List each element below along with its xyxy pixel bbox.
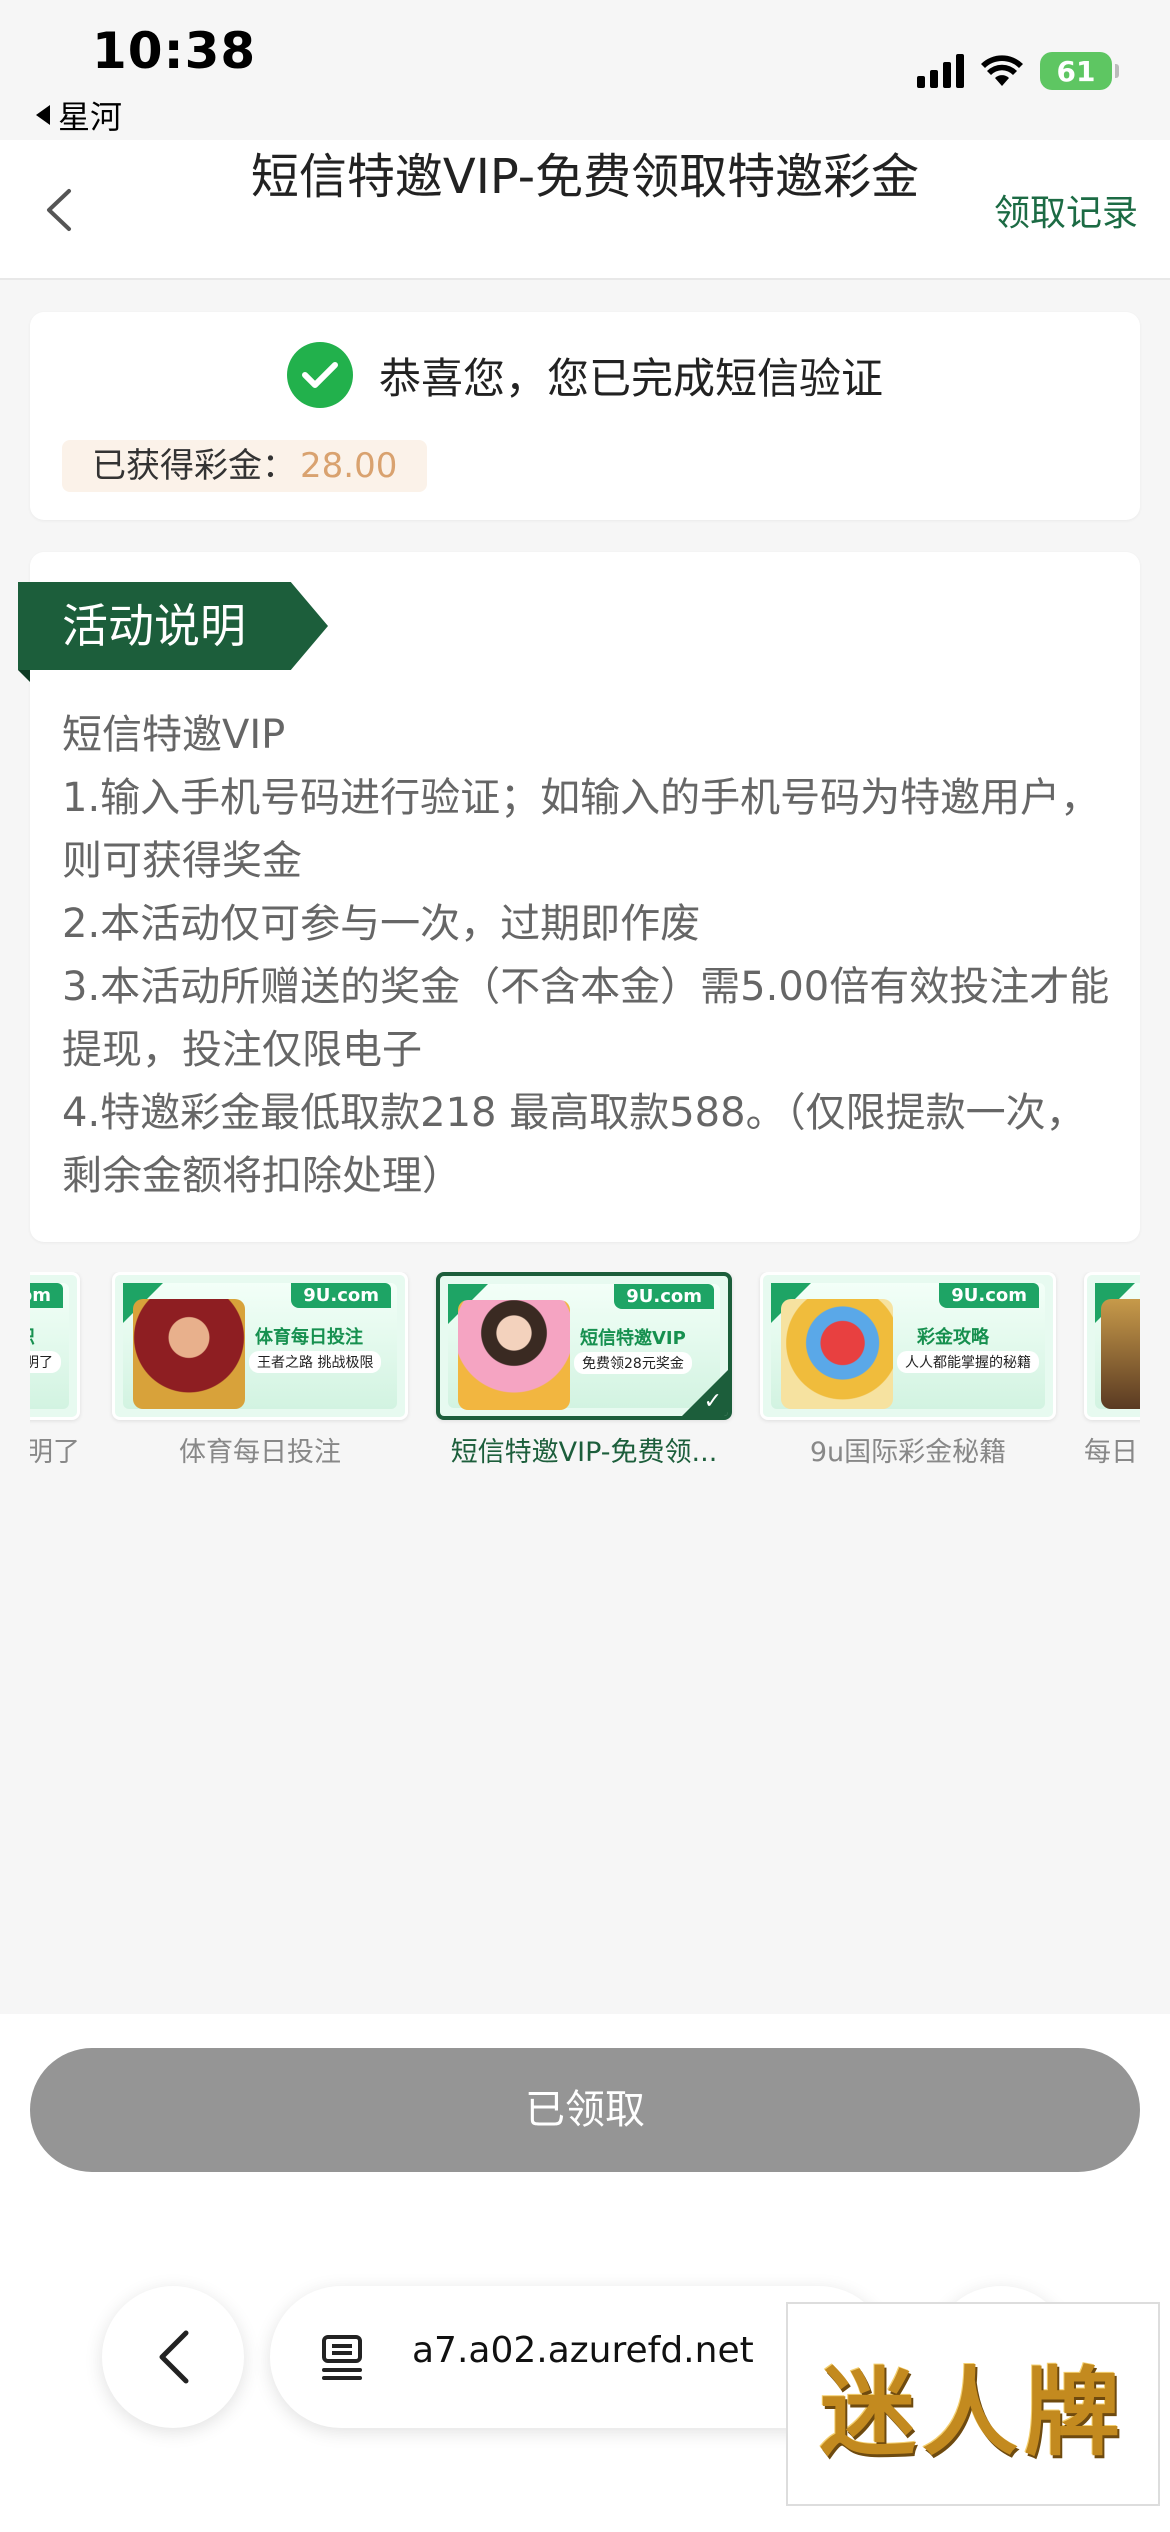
back-button[interactable] <box>30 182 86 238</box>
promo-caption: 9u国际彩金秘籍 <box>809 1437 1007 1468</box>
promo-brand-badge: 9U.com <box>614 1284 714 1309</box>
url-text: a7.a02.azurefd.net <box>412 2330 754 2371</box>
promo-caption: 短信特邀VIP-免费领... <box>450 1437 718 1468</box>
promo-thumbnail: 9U.com 短信特邀VIP 免费领28元奖金 ✓ <box>436 1272 732 1420</box>
promo-brand-badge: 9U.com <box>939 1283 1039 1308</box>
page-title: 短信特邀VIP-免费领取特邀彩金 <box>250 149 920 205</box>
chevron-left-icon <box>159 2330 189 2384</box>
promo-thumb-subtitle: 人人都能掌握的秘籍 <box>897 1351 1039 1373</box>
activity-ribbon: 活动说明 <box>18 582 328 670</box>
promo-thumb-title: 短信特邀VIP <box>580 1328 686 1349</box>
promo-thumbnail: 9U.com 识 明了 <box>30 1272 80 1420</box>
battery-level: 61 <box>1056 54 1096 88</box>
wifi-icon <box>981 55 1023 86</box>
activity-rules: 短信特邀VIP 1.输入手机号码进行验证；如输入的手机号码为特邀用户，则可获得奖… <box>62 704 1122 1208</box>
promo-brand-badge: 9U.com <box>30 1283 63 1308</box>
rule-line: 4.特邀彩金最低取款218 最高取款588。（仅限提款一次，剩余金额将扣除处理） <box>62 1090 1086 1199</box>
promo-card[interactable]: 每日 <box>1084 1272 1140 1469</box>
status-bar: 10:38 星河 61 <box>0 0 1170 140</box>
promo-thumb-subtitle: 明了 <box>30 1351 61 1373</box>
back-app-label: 星河 <box>58 98 123 136</box>
promo-thumb-title: 识 <box>30 1323 35 1349</box>
nav-header: 短信特邀VIP-免费领取特邀彩金 领取记录 <box>0 140 1170 280</box>
activity-description-card: 活动说明 短信特邀VIP 1.输入手机号码进行验证；如输入的手机号码为特邀用户，… <box>18 552 1140 1242</box>
promo-card[interactable]: 9U.com 识 明了 明了 <box>30 1272 80 1469</box>
check-circle-icon <box>286 342 353 408</box>
promo-art-strategy <box>781 1299 893 1409</box>
clock: 10:38 <box>92 22 257 80</box>
promo-art-vip <box>458 1300 570 1410</box>
rule-line: 短信特邀VIP <box>62 712 286 758</box>
promo-thumbnail: 9U.com 彩金攻略 人人都能掌握的秘籍 <box>760 1272 1056 1420</box>
rule-line: 1.输入手机号码进行验证；如输入的手机号码为特邀用户，则可获得奖金 <box>62 775 1101 884</box>
watermark-logo: 迷人牌 <box>786 2302 1160 2506</box>
claimed-button[interactable]: 已领取 <box>30 2048 1140 2172</box>
promo-thumb-title: 彩金攻略 <box>917 1327 989 1348</box>
promo-thumbnail: 9U.com 体育每日投注 王者之路 挑战极限 <box>112 1272 408 1420</box>
back-to-app-link[interactable]: 星河 <box>36 92 122 138</box>
promo-caption: 体育每日投注 <box>179 1437 341 1468</box>
page-menu-icon <box>322 2335 362 2380</box>
claim-record-link[interactable]: 领取记录 <box>994 184 1138 236</box>
promo-card[interactable]: 9U.com 彩金攻略 人人都能掌握的秘籍 9u国际彩金秘籍 <box>760 1272 1056 1469</box>
promo-art-sports <box>133 1299 245 1409</box>
rule-line: 3.本活动所赠送的奖金（不含本金）需5.00倍有效投注才能提现，投注仅限电子 <box>62 964 1110 1073</box>
rule-line: 2.本活动仅可参与一次，过期即作废 <box>62 901 701 947</box>
promo-thumb-title: 体育每日投注 <box>255 1327 363 1348</box>
chevron-left-icon <box>47 189 71 231</box>
bonus-value: 28.00 <box>300 446 398 486</box>
success-message: 恭喜您，您已完成短信验证 <box>378 353 883 403</box>
promo-caption: 每日 <box>1084 1437 1138 1468</box>
success-row: 恭喜您，您已完成短信验证 <box>30 342 1140 408</box>
verification-success-card: 恭喜您，您已完成短信验证 已获得彩金： 28.00 <box>30 312 1140 520</box>
promo-thumb-subtitle: 王者之路 挑战极限 <box>249 1351 382 1373</box>
battery-icon: 61 <box>1040 52 1119 90</box>
bonus-label: 已获得彩金： <box>92 446 296 486</box>
back-triangle-icon <box>36 105 50 125</box>
promo-thumb-subtitle: 免费领28元奖金 <box>574 1352 692 1374</box>
promo-thumbnail <box>1084 1272 1140 1420</box>
promo-carousel[interactable]: 9U.com 识 明了 明了 9U.com 体育每日投注 王者之路 挑战极限 体… <box>30 1272 1140 1472</box>
status-icons: 61 <box>917 52 1119 90</box>
promo-card-selected[interactable]: 9U.com 短信特邀VIP 免费领28元奖金 ✓ 短信特邀VIP-免费领... <box>436 1272 732 1469</box>
promo-caption: 明了 <box>30 1437 80 1468</box>
cellular-signal-icon <box>917 54 964 88</box>
promo-card[interactable]: 9U.com 体育每日投注 王者之路 挑战极限 体育每日投注 <box>112 1272 408 1469</box>
bonus-earned-tag: 已获得彩金： 28.00 <box>62 440 428 492</box>
promo-brand-badge: 9U.com <box>291 1283 391 1308</box>
promo-art-slots <box>1101 1299 1140 1409</box>
watermark-text: 迷人牌 <box>820 2355 1126 2469</box>
browser-back-button[interactable] <box>102 2286 244 2428</box>
ribbon-fold <box>18 670 30 682</box>
